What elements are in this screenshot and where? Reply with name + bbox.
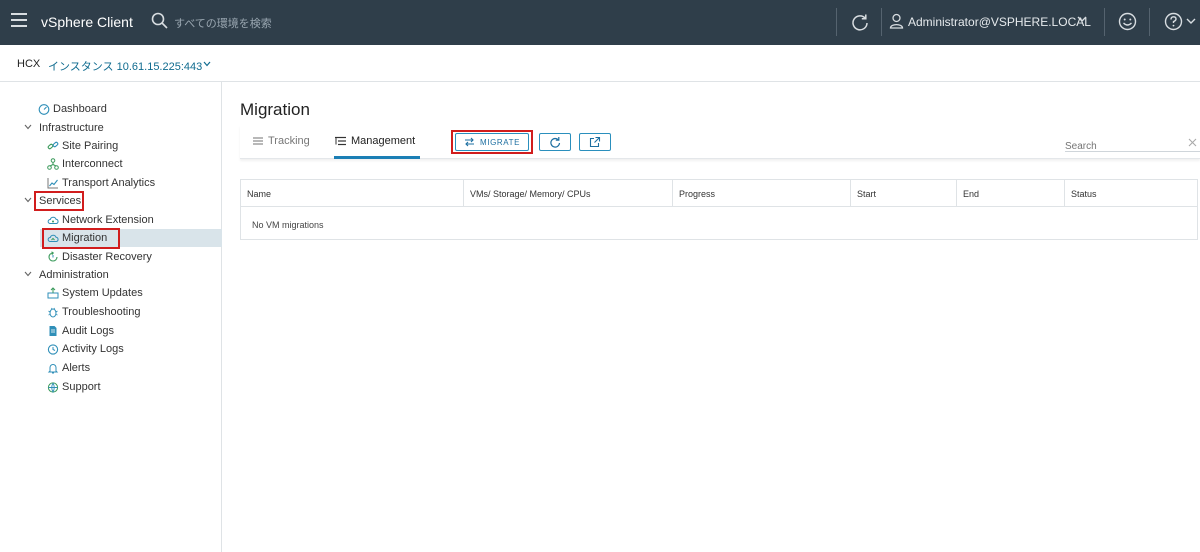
sidebar-item-label: Troubleshooting [62,306,141,318]
header-divider [1104,8,1105,36]
user-menu[interactable]: Administrator@VSPHERE.LOCAL [908,15,1091,29]
line-chart-icon [47,178,58,189]
close-icon[interactable] [1188,138,1197,147]
sidebar-item-label: Site Pairing [62,140,119,152]
tab-label: Tracking [268,135,310,147]
chevron-down-icon[interactable] [203,61,211,67]
sidebar-item-label: Audit Logs [62,325,114,337]
sidebar-group-infrastructure[interactable]: Infrastructure [0,119,222,137]
highlight-migration-box [42,228,120,249]
sidebar-item-site-pairing[interactable]: Site Pairing [0,137,222,155]
column-label: Progress [679,189,716,199]
clock-icon [47,344,59,355]
migration-toolbar: Tracking Management MIGRATE [240,125,1200,159]
refresh-button[interactable] [539,133,571,151]
sidebar-item-label: Disaster Recovery [62,251,152,263]
sidebar-item-label: Alerts [62,362,91,374]
sidebar-item-label: Activity Logs [62,343,124,355]
list-icon [253,137,263,145]
sidebar-item-label: Interconnect [62,158,123,170]
sidebar-group-label: Administration [39,269,109,281]
column-label: Name [247,189,272,199]
sidebar-item-support[interactable]: Support [0,378,222,396]
sidebar-item-activity-logs[interactable]: Activity Logs [0,340,222,358]
recovery-icon [48,251,58,262]
column-header-end[interactable]: End [956,180,1064,207]
sidebar-group-label: Infrastructure [39,122,104,134]
sidebar-item-system-updates[interactable]: System Updates [0,284,222,302]
column-header-name[interactable]: Name [241,180,463,207]
column-header-progress[interactable]: Progress [672,180,850,207]
feedback-smiley-icon[interactable] [1118,12,1137,31]
dashboard-icon [38,104,50,115]
user-icon[interactable] [889,13,904,29]
chevron-down-icon[interactable] [24,271,32,277]
sidebar-item-dashboard[interactable]: Dashboard [0,100,222,118]
header-divider [1149,8,1150,36]
sidebar-item-audit-logs[interactable]: Audit Logs [0,322,222,340]
column-header-start[interactable]: Start [850,180,956,207]
sidebar-item-disaster-recovery[interactable]: Disaster Recovery [0,248,222,266]
system-update-icon [47,287,59,299]
sidebar-item-alerts[interactable]: Alerts [0,359,222,377]
sidebar-item-label: Support [62,381,101,393]
context-header: HCX インスタンス 10.61.15.225:443 [0,45,1200,82]
sidebar-item-transport-analytics[interactable]: Transport Analytics [0,174,222,192]
column-label: End [963,189,980,199]
bug-icon [48,307,58,318]
refresh-icon[interactable] [850,12,870,32]
column-label: Status [1071,189,1097,199]
top-header: vSphere Client すべての環境を検索 Administrator@V… [0,0,1200,45]
app-title[interactable]: vSphere Client [41,14,133,30]
external-link-icon [589,136,601,148]
support-globe-icon [47,382,59,393]
tab-management[interactable]: Management [334,125,420,159]
instance-selector[interactable]: インスタンス 10.61.15.225:443 [48,58,202,74]
page-title: Migration [240,100,310,119]
cloud-network-icon [47,216,59,224]
highlight-migrate-box [451,130,533,154]
table-header: Name VMs/ Storage/ Memory/ CPUs Progress… [241,180,1197,207]
chevron-down-icon[interactable] [24,197,32,203]
global-search-input[interactable]: すべての環境を検索 [174,15,272,31]
chevron-down-icon[interactable] [1077,15,1087,23]
grid-search[interactable] [1065,136,1200,152]
network-nodes-icon [47,158,59,170]
sidebar-group-administration[interactable]: Administration [0,266,222,284]
tab-label: Management [351,135,416,147]
help-icon[interactable] [1164,12,1183,31]
main-content: Migration Tracking Management MIGRATE Na… [223,82,1200,552]
refresh-icon [550,137,561,148]
sidebar-item-label: System Updates [62,287,143,299]
migrations-table: Name VMs/ Storage/ Memory/ CPUs Progress… [240,179,1198,240]
sidebar-item-label: Dashboard [53,103,107,115]
chevron-down-icon[interactable] [1186,17,1196,25]
column-header-resources[interactable]: VMs/ Storage/ Memory/ CPUs [463,180,672,207]
highlight-services-box [34,191,84,211]
sidebar: Dashboard Infrastructure Site Pairing In… [0,82,222,552]
menu-icon[interactable] [11,13,27,27]
sidebar-item-network-extension[interactable]: Network Extension [0,211,222,229]
column-header-status[interactable]: Status [1064,180,1197,207]
sidebar-item-troubleshooting[interactable]: Troubleshooting [0,303,222,321]
sidebar-item-interconnect[interactable]: Interconnect [0,155,222,173]
search-icon[interactable] [151,12,169,30]
product-brand: HCX [17,58,41,70]
empty-table-message: No VM migrations [252,220,324,230]
sidebar-item-label: Network Extension [62,214,154,226]
document-icon [49,326,57,336]
tree-list-icon [335,136,346,146]
sidebar-item-label: Transport Analytics [62,177,156,189]
tab-tracking[interactable]: Tracking [253,125,313,159]
grid-search-input[interactable] [1065,141,1185,152]
column-label: Start [857,189,877,199]
link-icon [47,141,59,150]
bell-icon [47,364,59,374]
header-divider [881,8,882,36]
header-divider [836,8,837,36]
export-button[interactable] [579,133,611,151]
column-label: VMs/ Storage/ Memory/ CPUs [470,189,591,199]
chevron-down-icon[interactable] [24,124,32,130]
